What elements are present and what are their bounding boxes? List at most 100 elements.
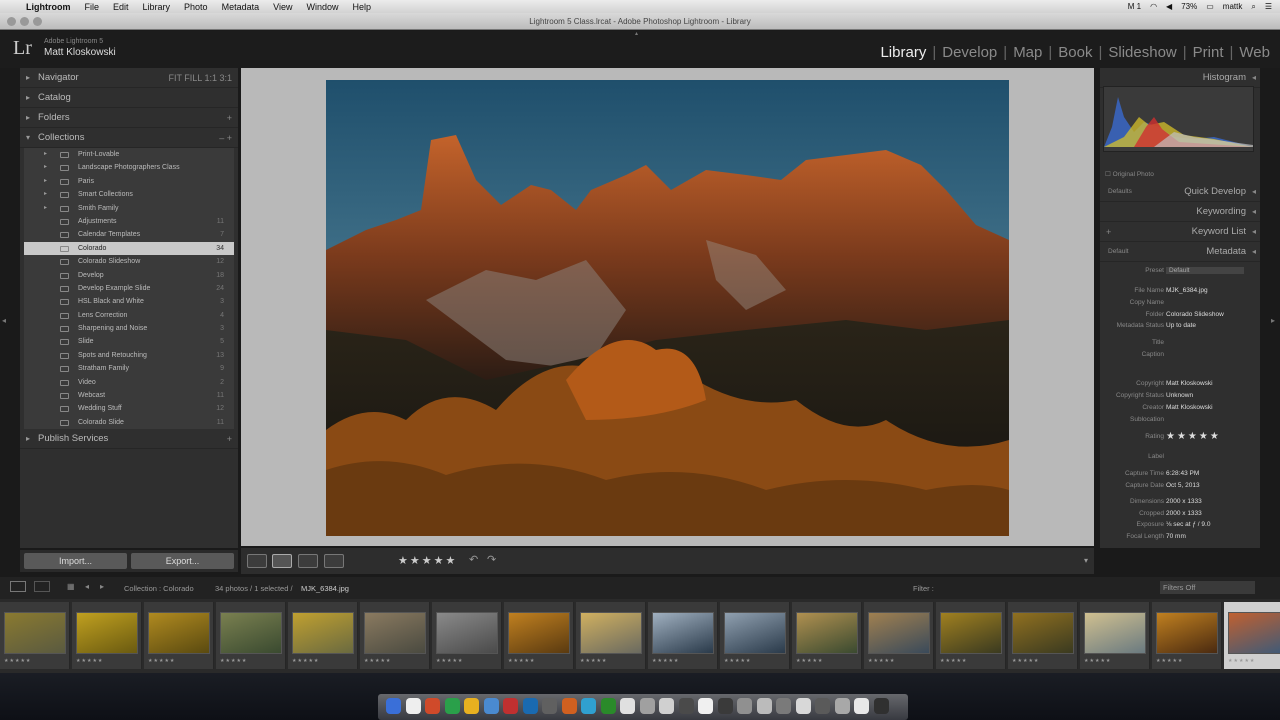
expand-triangle-icon[interactable]: ▸ bbox=[44, 161, 47, 174]
search-icon[interactable]: ⌕ bbox=[1251, 2, 1255, 12]
metadata-value[interactable]: Matt Kloskowski bbox=[1166, 404, 1213, 411]
expand-triangle-icon[interactable]: ▸ bbox=[44, 148, 47, 161]
collection-item[interactable]: Sharpening and Noise 3 bbox=[24, 322, 234, 335]
dock-app-icon[interactable] bbox=[834, 698, 850, 714]
menu-metadata[interactable]: Metadata bbox=[222, 2, 260, 12]
dock-app-icon[interactable] bbox=[600, 698, 616, 714]
filmstrip-source[interactable]: Collection : Colorado bbox=[124, 584, 194, 593]
filmstrip-thumbnail[interactable]: ★★★★★ bbox=[72, 602, 142, 669]
module-print[interactable]: Print bbox=[1193, 44, 1224, 61]
grid-view-icon[interactable] bbox=[247, 554, 267, 568]
main-photo[interactable] bbox=[326, 80, 1009, 536]
metadata-rating-stars[interactable]: ★★★★★ bbox=[1166, 431, 1221, 442]
filmstrip-filename[interactable]: MJK_6384.jpg bbox=[301, 584, 349, 593]
export-button[interactable]: Export... bbox=[131, 553, 234, 569]
main-window-icon[interactable] bbox=[10, 581, 26, 592]
filmstrip-thumbnail[interactable]: ★★★★★ bbox=[216, 602, 286, 669]
navigator-panel-header[interactable]: Navigator FIT FILL 1:1 3:1 bbox=[20, 68, 238, 88]
menu-library[interactable]: Library bbox=[143, 2, 171, 12]
forward-arrow-icon[interactable]: ▸ bbox=[100, 582, 104, 591]
battery-icon[interactable]: ▭ bbox=[1206, 2, 1214, 11]
metadata-preset-select[interactable]: Default bbox=[1166, 267, 1244, 274]
second-window-icon[interactable] bbox=[34, 581, 50, 592]
collection-item[interactable]: Colorado Slideshow 12 bbox=[24, 255, 234, 268]
top-panel-toggle-icon[interactable]: ▴ bbox=[635, 30, 638, 37]
add-keyword-icon[interactable]: + bbox=[1106, 222, 1111, 242]
collection-item[interactable]: ▸ Smith Family bbox=[24, 202, 234, 215]
dock-app-icon[interactable] bbox=[678, 698, 694, 714]
menu-view[interactable]: View bbox=[273, 2, 292, 12]
expand-triangle-icon[interactable]: ▸ bbox=[44, 202, 47, 215]
collection-item[interactable]: Develop 18 bbox=[24, 269, 234, 282]
menubar-user[interactable]: mattk bbox=[1223, 2, 1243, 11]
dock-app-icon[interactable] bbox=[464, 698, 479, 714]
filmstrip-thumbnail[interactable]: ★★★★★ bbox=[576, 602, 646, 669]
expand-triangle-icon[interactable]: ▸ bbox=[44, 188, 47, 201]
filmstrip-thumbnail[interactable]: ★★★★★ bbox=[144, 602, 214, 669]
rotate-left-icon[interactable]: ↶ bbox=[469, 553, 478, 566]
collections-panel-header[interactable]: Collections – + bbox=[20, 128, 238, 148]
metadata-value[interactable]: Colorado Slideshow bbox=[1166, 311, 1224, 318]
filmstrip-thumbnail[interactable]: ★★★★★ bbox=[720, 602, 790, 669]
module-slideshow[interactable]: Slideshow bbox=[1108, 44, 1176, 61]
metadata-value[interactable]: Oct 5, 2013 bbox=[1166, 482, 1200, 489]
module-book[interactable]: Book bbox=[1058, 44, 1092, 61]
dock-app-icon[interactable] bbox=[795, 698, 811, 714]
filmstrip-thumbnail[interactable]: ★★★★★ bbox=[0, 602, 70, 669]
folders-panel-header[interactable]: Folders + bbox=[20, 108, 238, 128]
menu-help[interactable]: Help bbox=[352, 2, 371, 12]
navigator-zoom-options[interactable]: FIT FILL 1:1 3:1 bbox=[168, 68, 232, 88]
battery-percent[interactable]: 73% bbox=[1181, 2, 1197, 11]
metadata-view-select[interactable]: Default bbox=[1108, 242, 1129, 262]
collection-item[interactable]: Colorado Slide 11 bbox=[24, 416, 234, 429]
collection-item[interactable]: Video 2 bbox=[24, 376, 234, 389]
filmstrip-thumbnail[interactable]: ★★★★★ bbox=[504, 602, 574, 669]
module-web[interactable]: Web bbox=[1239, 44, 1270, 61]
notification-icon[interactable]: ☰ bbox=[1265, 2, 1272, 11]
collection-item[interactable]: Stratham Family 9 bbox=[24, 362, 234, 375]
dock-app-icon[interactable] bbox=[776, 698, 791, 714]
menu-file[interactable]: File bbox=[85, 2, 100, 12]
dock-app-icon[interactable] bbox=[561, 698, 577, 714]
collection-item[interactable]: Webcast 11 bbox=[24, 389, 234, 402]
collection-item[interactable]: ▸ Smart Collections bbox=[24, 188, 234, 201]
catalog-panel-header[interactable]: Catalog bbox=[20, 88, 238, 108]
filmstrip-thumbnail[interactable]: ★★★★★ bbox=[288, 602, 358, 669]
collection-item[interactable]: Lens Correction 4 bbox=[24, 309, 234, 322]
dock-app-icon[interactable] bbox=[620, 698, 635, 714]
dock-app-icon[interactable] bbox=[717, 698, 733, 714]
collection-item[interactable]: Calendar Templates 7 bbox=[24, 228, 234, 241]
dock-app-icon[interactable] bbox=[756, 698, 772, 714]
filter-preset-select[interactable]: Filters Off bbox=[1160, 581, 1255, 594]
module-library[interactable]: Library bbox=[880, 44, 926, 61]
compare-view-icon[interactable] bbox=[298, 554, 318, 568]
dock-app-icon[interactable] bbox=[386, 698, 401, 714]
quick-develop-preset-select[interactable]: Defaults bbox=[1108, 182, 1132, 202]
metadata-value[interactable]: 6:28:43 PM bbox=[1166, 470, 1199, 477]
metadata-panel-header[interactable]: Default Metadata bbox=[1100, 242, 1260, 262]
filmstrip-thumbnail[interactable]: ★★★★★ bbox=[1008, 602, 1078, 669]
rotate-right-icon[interactable]: ↷ bbox=[487, 553, 496, 566]
zoom-window-button[interactable] bbox=[33, 17, 42, 26]
survey-view-icon[interactable] bbox=[324, 554, 344, 568]
collection-item[interactable]: Spots and Retouching 13 bbox=[24, 349, 234, 362]
dock-app-icon[interactable] bbox=[503, 698, 518, 714]
metadata-value[interactable]: Up to date bbox=[1166, 322, 1196, 329]
filmstrip-thumbnail[interactable]: ★★★★★ bbox=[1224, 602, 1280, 669]
metadata-value[interactable]: 2000 x 1333 bbox=[1166, 498, 1202, 505]
minimize-window-button[interactable] bbox=[20, 17, 29, 26]
metadata-value[interactable]: Matt Kloskowski bbox=[1166, 380, 1213, 387]
import-button[interactable]: Import... bbox=[24, 553, 127, 569]
dock-app-icon[interactable] bbox=[542, 698, 557, 714]
collection-item[interactable]: ▸ Print-Lovable bbox=[24, 148, 234, 161]
collection-item[interactable]: HSL Black and White 3 bbox=[24, 295, 234, 308]
rating-stars[interactable]: ★★★★★ bbox=[398, 554, 457, 567]
metadata-value[interactable]: Unknown bbox=[1166, 392, 1193, 399]
menu-app-lightroom[interactable]: Lightroom bbox=[26, 2, 71, 12]
quick-develop-panel-header[interactable]: Defaults Quick Develop bbox=[1100, 182, 1260, 202]
grid-view-small-icon[interactable]: ▦ bbox=[67, 582, 75, 591]
dock-app-icon[interactable] bbox=[483, 698, 499, 714]
dock-app-icon[interactable] bbox=[815, 698, 830, 714]
keywording-panel-header[interactable]: Keywording bbox=[1100, 202, 1260, 222]
close-window-button[interactable] bbox=[7, 17, 16, 26]
